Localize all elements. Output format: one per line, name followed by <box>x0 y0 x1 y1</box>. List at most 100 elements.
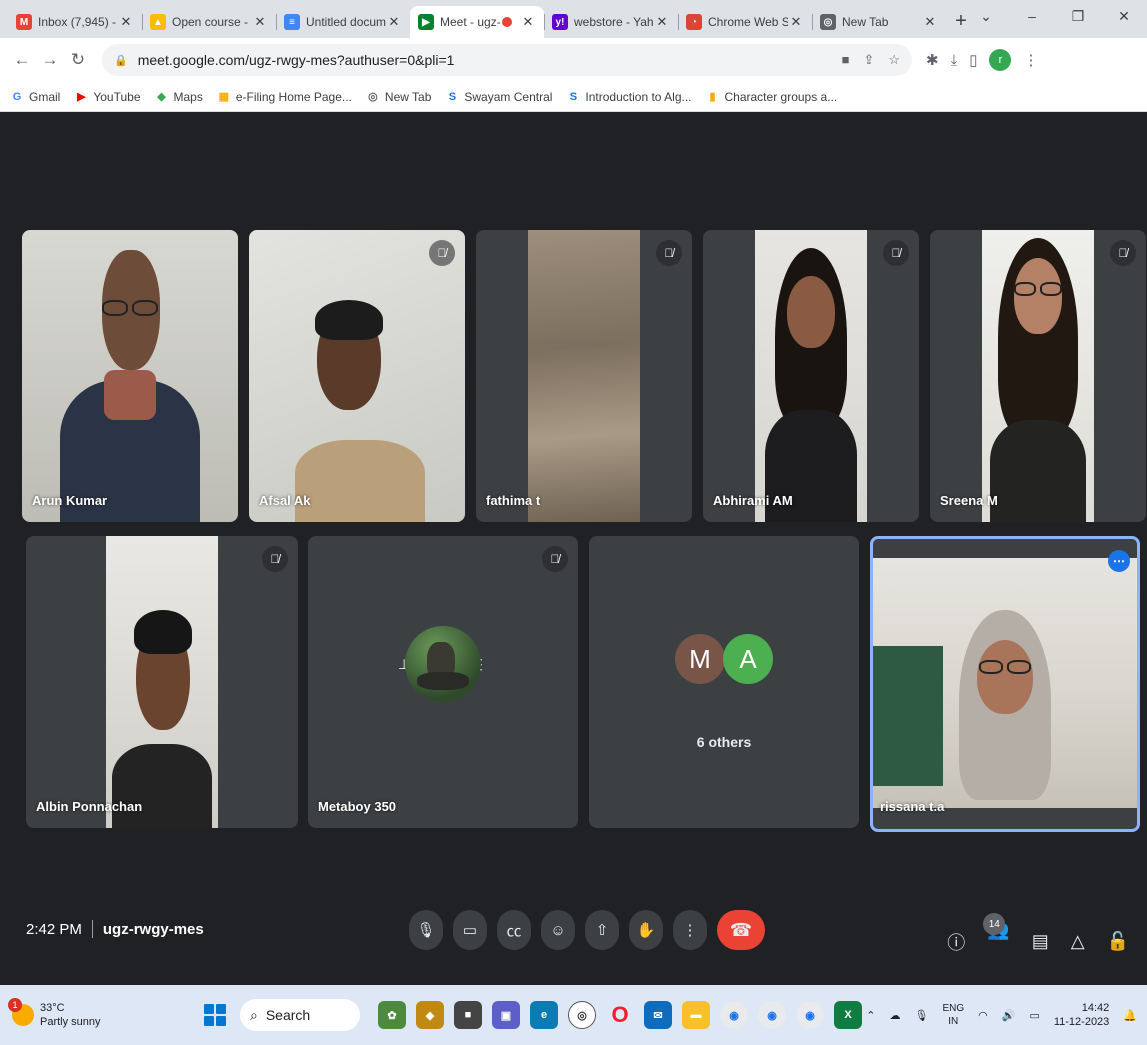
app-icon[interactable]: ▣ <box>492 1001 520 1029</box>
bookmark-label: e-Filing Home Page... <box>235 89 352 104</box>
forward-button[interactable]: → <box>36 46 64 74</box>
bookmark-item[interactable]: S Introduction to Alg... <box>566 89 692 104</box>
bookmark-label: Maps <box>173 89 203 104</box>
bookmark-label: Introduction to Alg... <box>585 89 692 104</box>
host-controls-button[interactable]: 🔓 <box>1107 931 1129 952</box>
bookmark-item[interactable]: ▮ Character groups a... <box>706 90 837 104</box>
browser-tab[interactable]: ≡ Untitled docume ✕ <box>276 6 410 38</box>
chrome-icon[interactable]: ◉ <box>758 1001 786 1029</box>
present-screen-button[interactable]: ⇧ <box>585 910 619 950</box>
leave-call-button[interactable]: ☎ <box>717 910 765 950</box>
app-icon[interactable]: ■ <box>454 1001 482 1029</box>
address-bar[interactable]: 🔒 meet.google.com/ugz-rwgy-mes?authuser=… <box>102 44 912 76</box>
participant-tile[interactable]: 🎙̸ Afsal Ak <box>249 230 465 522</box>
browser-tab[interactable]: M Inbox (7,945) - t ✕ <box>8 6 142 38</box>
app-icon[interactable]: ◆ <box>416 1001 444 1029</box>
microphone-button[interactable]: 🎙 <box>409 910 443 950</box>
excel-icon[interactable]: X <box>834 1001 862 1029</box>
chat-button[interactable]: ▤ <box>1032 931 1049 952</box>
restore-button[interactable]: ❐ <box>1055 0 1101 32</box>
camera-indicator-icon[interactable]: ■ <box>842 52 850 68</box>
mic-icon[interactable]: 🎙 <box>914 1009 928 1022</box>
sun-icon: 1 <box>8 998 34 1026</box>
tab-close-icon[interactable]: ✕ <box>654 14 670 30</box>
participant-tile[interactable]: 🎙̸ fathima t <box>476 230 692 522</box>
tab-close-icon[interactable]: ✕ <box>520 14 536 30</box>
chevron-up-icon[interactable]: ⌃ <box>866 1009 875 1022</box>
bookmark-item[interactable]: ◆ Maps <box>155 90 203 104</box>
side-panel-icon[interactable]: ▯ <box>969 51 977 69</box>
tab-search-icon[interactable]: ⌄ <box>963 0 1009 32</box>
raise-hand-button[interactable]: ✋ <box>629 910 663 950</box>
tab-close-icon[interactable]: ✕ <box>386 14 402 30</box>
language-indicator[interactable]: ENG IN <box>942 1002 964 1028</box>
activities-button[interactable]: △ <box>1071 931 1085 952</box>
others-count-label: 6 others <box>696 734 752 750</box>
lang-top: ENG <box>942 1003 965 1014</box>
bookmark-item[interactable]: ◎ New Tab <box>366 90 431 104</box>
tab-close-icon[interactable]: ✕ <box>922 14 938 30</box>
dell-icon[interactable]: ◎ <box>568 1001 596 1029</box>
participant-tile[interactable]: 🎙̸ Abhirami AM <box>703 230 919 522</box>
browser-tab[interactable]: ▲ Open course - G ✕ <box>142 6 276 38</box>
meeting-details-icon[interactable]: ⓘ <box>947 929 965 955</box>
chrome-icon[interactable]: ◉ <box>720 1001 748 1029</box>
tab-strip: M Inbox (7,945) - t ✕ ▲ Open course - G ✕ ≡ Unt… <box>0 0 1147 38</box>
battery-icon[interactable]: ▭ <box>1029 1009 1039 1022</box>
people-button[interactable]: 👥14 <box>983 913 1010 963</box>
reload-button[interactable]: ↻ <box>64 46 92 74</box>
start-button[interactable] <box>204 1004 226 1026</box>
edge-icon[interactable]: e <box>530 1001 558 1029</box>
bookmark-item[interactable]: S Swayam Central <box>445 90 553 104</box>
lock-icon[interactable]: 🔒 <box>114 54 128 67</box>
tab-close-icon[interactable]: ✕ <box>252 14 268 30</box>
minimize-button[interactable]: – <box>1009 0 1055 32</box>
extensions-icon[interactable]: ✱ <box>926 51 939 69</box>
app-icon[interactable]: ✿ <box>378 1001 406 1029</box>
meeting-info: 2:42 PM ugz-rwgy-mes <box>26 920 204 938</box>
tab-close-icon[interactable]: ✕ <box>788 14 804 30</box>
profile-avatar[interactable]: r <box>989 49 1012 71</box>
more-options-button[interactable]: ⋯ <box>1108 550 1130 572</box>
volume-icon[interactable]: 🔊 <box>1002 1009 1016 1022</box>
back-button[interactable]: ← <box>8 46 36 74</box>
browser-tab[interactable]: ◔ Chrome Web St ✕ <box>678 6 812 38</box>
mail-icon[interactable]: ✉ <box>644 1001 672 1029</box>
others-tile[interactable]: M A 6 others <box>589 536 859 828</box>
participant-tile[interactable]: 🎙̸ Sreena M <box>930 230 1146 522</box>
taskbar-search[interactable]: ⌕ Search <box>240 999 360 1031</box>
wifi-icon[interactable]: ◠ <box>978 1009 988 1022</box>
browser-tab[interactable]: y! webstore - Yaho ✕ <box>544 6 678 38</box>
captions-button[interactable]: ㏄ <box>497 910 531 950</box>
participant-tile[interactable]: 🎙̸ Albin Ponnachan <box>26 536 298 828</box>
file-explorer-icon[interactable]: ▬ <box>682 1001 710 1029</box>
clock[interactable]: 14:42 11-12-2023 <box>1054 1001 1109 1029</box>
bookmark-label: Gmail <box>29 89 61 104</box>
emoji-reaction-button[interactable]: ☺ <box>541 910 575 950</box>
weather-widget[interactable]: 1 33°C Partly sunny <box>0 998 190 1029</box>
participant-tile[interactable]: Arun Kumar <box>22 230 238 522</box>
tab-close-icon[interactable]: ✕ <box>118 14 134 30</box>
tab-title: webstore - Yaho <box>574 15 654 29</box>
url-text: meet.google.com/ugz-rwgy-mes?authuser=0&… <box>137 52 455 68</box>
participant-tile-self[interactable]: ⋯ rissana t.a <box>870 536 1140 832</box>
weather-desc: Partly sunny <box>40 1016 101 1028</box>
bookmark-item[interactable]: ▶ YouTube <box>74 90 140 104</box>
notification-bell-icon[interactable]: 🔔 <box>1123 1009 1137 1022</box>
browser-tab[interactable]: ▶ Meet - ugz- ✕ <box>410 6 544 38</box>
onedrive-icon[interactable]: ☁ <box>889 1009 900 1022</box>
chrome-icon[interactable]: ◉ <box>796 1001 824 1029</box>
bookmark-item[interactable]: ▦ e-Filing Home Page... <box>217 90 352 104</box>
share-icon[interactable]: ⇪ <box>863 52 874 68</box>
bookmark-star-icon[interactable]: ☆ <box>888 52 900 68</box>
bookmark-item[interactable]: G Gmail <box>10 89 61 104</box>
opera-icon[interactable]: O <box>606 1001 634 1029</box>
download-icon[interactable]: ⤓ <box>951 52 958 69</box>
close-window-button[interactable]: ✕ <box>1101 0 1147 32</box>
participant-tile[interactable]: ⊥ ⋮ 🎙̸ Metaboy 350 <box>308 536 578 828</box>
menu-icon[interactable]: ⋮ <box>1023 51 1038 69</box>
more-options-button[interactable]: ⋮ <box>673 910 707 950</box>
browser-tab[interactable]: ◎ New Tab ✕ <box>812 6 946 38</box>
meet-stage: Arun Kumar 🎙̸ Afsal Ak 🎙̸ fathima t 🎙̸ A… <box>0 112 1147 985</box>
camera-button[interactable]: ▭ <box>453 910 487 950</box>
